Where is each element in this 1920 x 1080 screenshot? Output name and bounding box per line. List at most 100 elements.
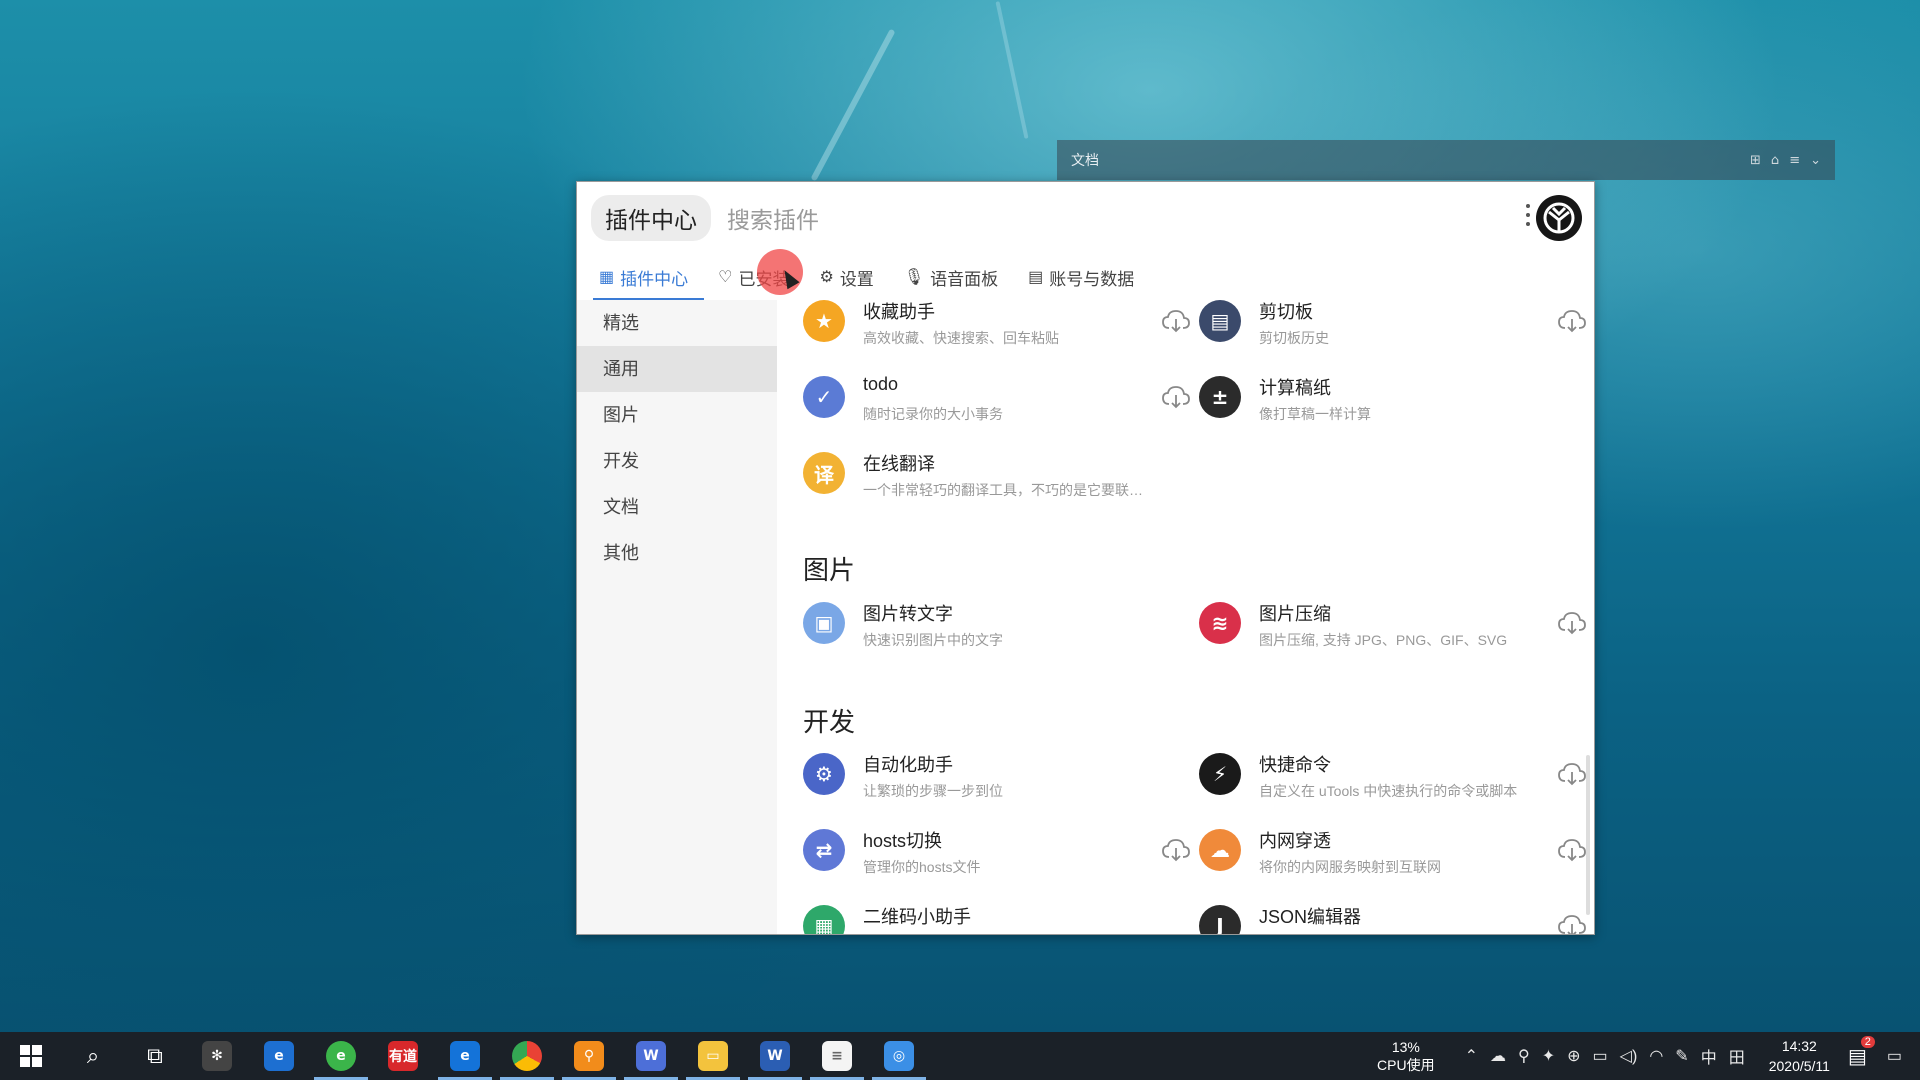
- sidebar-item-docs[interactable]: 文档: [577, 484, 777, 530]
- volume-icon[interactable]: ◁): [1620, 1046, 1638, 1066]
- pinwheel-app-icon[interactable]: ✻: [186, 1032, 248, 1080]
- plugin-icon: ▣: [803, 602, 845, 644]
- cloud-download-icon[interactable]: [1161, 308, 1191, 334]
- plugin-card[interactable]: ▦ 二维码小助手: [803, 905, 1199, 934]
- plugin-desc: 自定义在 uTools 中快速执行的命令或脚本: [1259, 783, 1518, 799]
- plugin-card[interactable]: 译在线翻译 一个非常轻巧的翻译工具，不巧的是它要联网使用: [803, 452, 1199, 524]
- cloud-download-icon[interactable]: [1161, 384, 1191, 410]
- notification-badge: 2: [1860, 1035, 1875, 1048]
- app-tray-icon[interactable]: ✦: [1542, 1046, 1555, 1066]
- wps-icon[interactable]: W: [620, 1032, 682, 1080]
- cpu-label: CPU使用: [1377, 1057, 1435, 1073]
- edge-browser-icon[interactable]: e: [434, 1032, 496, 1080]
- search-input[interactable]: 搜索插件: [727, 201, 819, 235]
- ie-browser-icon[interactable]: e: [248, 1032, 310, 1080]
- tab-account-data[interactable]: ▤ 账号与数据: [1028, 254, 1134, 300]
- plugin-desc: 高效收藏、快速搜索、回车粘贴: [863, 330, 1059, 346]
- plugin-name: 图片转文字: [863, 604, 953, 624]
- ime-indicator[interactable]: 中: [1701, 1044, 1717, 1068]
- utools-taskbar-icon[interactable]: ◎: [868, 1032, 930, 1080]
- tab-plugin-center[interactable]: ▦ 插件中心: [592, 254, 705, 300]
- plugin-card[interactable]: J JSON编辑器: [1199, 905, 1594, 935]
- section-title-images: 图片: [803, 555, 856, 585]
- plugin-card[interactable]: ☁ 内网穿透将你的内网服务映射到互联网: [1199, 829, 1594, 901]
- cloud-icon[interactable]: ☁: [1490, 1046, 1506, 1066]
- plugin-card[interactable]: ★ 收藏助手 高效收藏、快速搜索、回车粘贴: [803, 300, 1199, 372]
- tab-voice-panel[interactable]: 🎙 语音面板: [904, 254, 998, 300]
- ime-mode-icon[interactable]: 田: [1729, 1044, 1745, 1068]
- pin-icon[interactable]: ⌂: [1771, 153, 1779, 168]
- search-tray-icon[interactable]: ⚲: [1518, 1046, 1530, 1066]
- sidebar-item-featured[interactable]: 精选: [577, 300, 777, 346]
- search-tool-icon[interactable]: ⚲: [558, 1032, 620, 1080]
- plugin-card[interactable]: ⚙ 自动化助手 让繁琐的步骤一步到位: [803, 753, 1199, 825]
- plugin-icon: ☁: [1199, 829, 1241, 871]
- plugin-card[interactable]: ✓ todo 随时记录你的大小事务: [803, 374, 1199, 448]
- plugin-name: 计算稿纸: [1259, 378, 1331, 398]
- youdao-dict-icon[interactable]: 有道: [372, 1032, 434, 1080]
- word-icon[interactable]: W: [744, 1032, 806, 1080]
- grid-icon: ▦: [599, 269, 615, 286]
- battery-icon[interactable]: ▭: [1593, 1046, 1608, 1066]
- search-icon[interactable]: ⌕: [62, 1032, 124, 1080]
- cloud-download-icon[interactable]: [1557, 837, 1587, 863]
- tab-label: 设置: [839, 269, 874, 289]
- plugin-name: todo: [863, 374, 899, 394]
- action-center-icon[interactable]: ▭: [1887, 1046, 1902, 1066]
- clock-date: 2020/5/11: [1768, 1058, 1830, 1074]
- plugin-desc: 将你的内网服务映射到互联网: [1259, 859, 1441, 875]
- notification-center-icon[interactable]: ▤ 2: [1848, 1035, 1875, 1069]
- more-menu-icon[interactable]: [1526, 204, 1532, 226]
- plugin-card[interactable]: ▤ 剪切板 剪切板历史: [1199, 300, 1594, 372]
- cloud-download-icon[interactable]: [1557, 610, 1587, 636]
- cloud-download-icon[interactable]: [1557, 913, 1587, 935]
- task-view-icon[interactable]: ⧉: [124, 1032, 186, 1080]
- tab-settings[interactable]: ⚙ 设置: [819, 254, 873, 300]
- cloud-download-icon[interactable]: [1557, 761, 1587, 787]
- layout-icon[interactable]: ⊞: [1750, 153, 1761, 168]
- plugin-center-pill[interactable]: 插件中心: [591, 195, 711, 241]
- plugin-icon: ±: [1199, 376, 1241, 418]
- sidebar-item-other[interactable]: 其他: [577, 530, 777, 576]
- 360-browser-icon[interactable]: e: [310, 1032, 372, 1080]
- plugin-desc: 快速识别图片中的文字: [863, 632, 1003, 648]
- cloud-download-icon[interactable]: [1557, 308, 1587, 334]
- chrome-icon[interactable]: [496, 1032, 558, 1080]
- plugin-icon: ★: [803, 300, 845, 342]
- top-bar: 插件中心 搜索插件: [577, 182, 1594, 254]
- chevron-up-icon[interactable]: ⌃: [1465, 1046, 1478, 1066]
- heart-icon: ♡: [718, 269, 733, 286]
- utools-logo-icon[interactable]: [1536, 195, 1582, 241]
- plugin-desc: 像打草稿一样计算: [1259, 406, 1371, 422]
- plugin-card[interactable]: ⇄ hosts切换 管理你的hosts文件: [803, 829, 1199, 901]
- sidebar-item-dev[interactable]: 开发: [577, 438, 777, 484]
- clock[interactable]: 14:32 2020/5/11: [1769, 1036, 1830, 1076]
- plugin-card[interactable]: ⚡ 快捷命令 自定义在 uTools 中快速执行的命令或脚本: [1199, 753, 1594, 825]
- chevron-down-icon[interactable]: ⌄: [1810, 153, 1821, 168]
- tab-label: 账号与数据: [1049, 269, 1135, 289]
- cloud-download-icon[interactable]: [1161, 837, 1191, 863]
- plugin-name: 在线翻译: [863, 454, 935, 474]
- notepad-icon[interactable]: ≡: [806, 1032, 868, 1080]
- plugin-desc: 图片压缩, 支持 JPG、PNG、GIF、SVG: [1259, 632, 1508, 648]
- section-title-dev: 开发: [803, 707, 856, 737]
- sidebar-item-images[interactable]: 图片: [577, 392, 777, 438]
- plugin-name: 内网穿透: [1259, 831, 1331, 851]
- plugin-card[interactable]: ≋ 图片压缩 图片压缩, 支持 JPG、PNG、GIF、SVG: [1199, 602, 1594, 674]
- sidebar-item-general[interactable]: 通用: [577, 346, 777, 392]
- plugin-center-window: 插件中心 搜索插件 ▦ 插件中心 ♡ 已安装 ⚙ 设置 🎙 语音面板: [576, 181, 1595, 935]
- start-button[interactable]: [0, 1032, 62, 1080]
- background-document-window[interactable]: 文档 ⊞ ⌂ ≡ ⌄: [1057, 140, 1835, 180]
- plugin-desc: 剪切板历史: [1259, 330, 1329, 346]
- wifi-icon[interactable]: ◠: [1649, 1046, 1663, 1066]
- menu-icon[interactable]: ≡: [1789, 153, 1800, 168]
- pen-icon[interactable]: ✎: [1675, 1046, 1688, 1066]
- mic-icon: 🎙: [903, 269, 925, 286]
- plugin-card[interactable]: ± 计算稿纸像打草稿一样计算: [1199, 376, 1594, 448]
- file-explorer-icon[interactable]: ▭: [682, 1032, 744, 1080]
- plugin-icon: J: [1199, 905, 1241, 934]
- plugin-card[interactable]: ▣ 图片转文字快速识别图片中的文字: [803, 602, 1199, 674]
- plugin-list: 图片 开发 ★ 收藏助手 高效收藏、快速搜索、回车粘贴 ▤ 剪切板 剪切板历史 ✓ todo 随…: [777, 300, 1594, 935]
- plugin-icon: ▦: [803, 905, 845, 934]
- plus-tray-icon[interactable]: ⊕: [1567, 1046, 1580, 1066]
